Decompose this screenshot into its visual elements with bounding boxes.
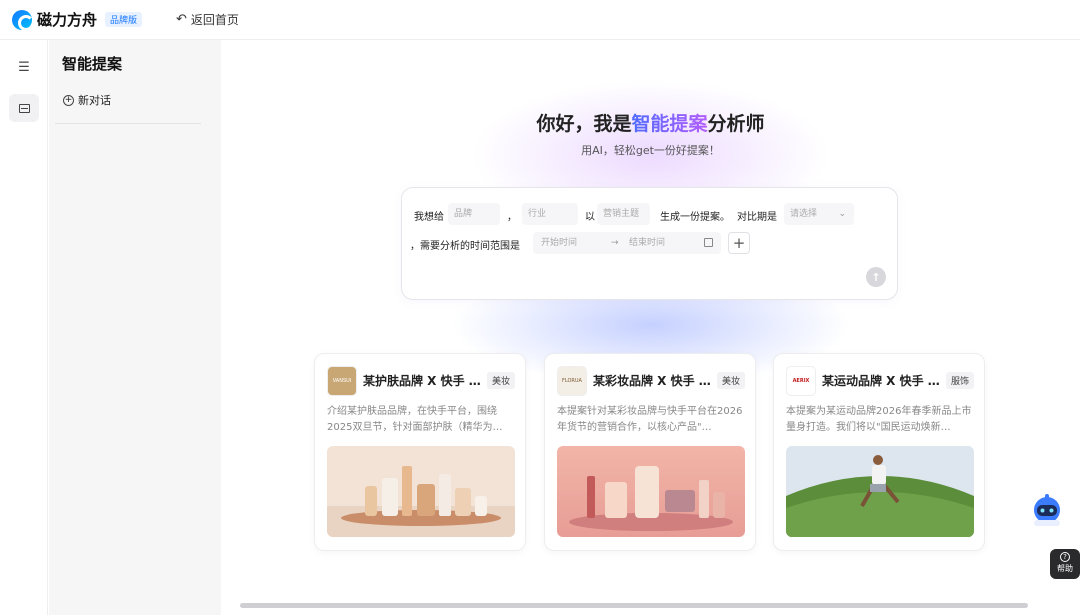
compare-select-value: 请选择 [790, 209, 818, 219]
category-tag: 美妆 [716, 372, 745, 389]
inbox-icon [18, 103, 30, 113]
prompt-text: ， [507, 212, 517, 223]
side-panel: 智能提案 + 新对话 [49, 40, 221, 615]
date-range-picker[interactable]: 开始时间 → 结束时间 [533, 232, 721, 254]
undo-arrow-icon: ↶ [176, 12, 187, 27]
question-icon: ? [1060, 552, 1070, 562]
help-button[interactable]: ? 帮助 [1050, 549, 1080, 579]
logo-icon [12, 9, 34, 31]
main-content: 你好，我是智能提案分析师 用AI，轻松get一份好提案！ 我想给 品牌 ， 行业… [221, 40, 1080, 615]
plus-circle-icon: + [63, 94, 74, 106]
card-title: 某运动品牌 X 快手 … [822, 374, 940, 388]
panel-title: 智能提案 [62, 55, 123, 73]
category-tag: 服饰 [945, 372, 974, 389]
assistant-robot-icon[interactable] [1030, 492, 1064, 528]
hero-title-suffix: 分析师 [707, 113, 765, 135]
edition-badge: 品牌版 [105, 12, 143, 27]
card-image [786, 446, 974, 537]
proposal-card[interactable]: VANSUI 某护肤品牌 X 快手 … 美妆 介绍某护肤品品牌，在快手平台，围绕… [314, 353, 526, 551]
theme-input[interactable]: 营销主题 [597, 203, 650, 225]
hamburger-icon: ☰ [18, 59, 30, 75]
compare-period-select[interactable]: 请选择 ⌄ [784, 203, 854, 225]
icon-rail: ☰ [0, 40, 48, 615]
prompt-box: 我想给 品牌 ， 行业 以 营销主题 生成一份提案。 对比期是 请选择 ⌄ ，需… [401, 187, 898, 300]
prompt-text: 对比期是 [737, 212, 777, 223]
calendar-icon [704, 238, 713, 247]
chevron-down-icon: ⌄ [838, 209, 846, 219]
menu-toggle-button[interactable]: ☰ [9, 53, 39, 81]
card-image [557, 446, 745, 537]
end-date-placeholder: 结束时间 [629, 238, 666, 248]
prompt-text: 我想给 [414, 212, 444, 223]
add-condition-button[interactable]: + [728, 232, 750, 254]
industry-input[interactable]: 行业 [522, 203, 578, 225]
help-label: 帮助 [1057, 564, 1073, 573]
hero-title-accent: 智能提案 [631, 113, 708, 135]
hero-title-prefix: 你好，我是 [536, 113, 632, 135]
prompt-text: ，需要分析的时间范围是 [410, 241, 520, 252]
divider [55, 123, 201, 124]
card-title: 某彩妆品牌 X 快手 … [593, 374, 711, 388]
start-date-placeholder: 开始时间 [541, 238, 578, 248]
logo-text: 磁力方舟 [37, 11, 98, 29]
brand-logo: FLORUA [557, 366, 587, 396]
card-description: 本提案为某运动品牌2026年春季新品上市量身打造。我们将以"国民运动焕新… [786, 406, 972, 433]
back-home-button[interactable]: ↶ 返回首页 [176, 11, 239, 28]
card-image [327, 446, 515, 537]
horizontal-scrollbar[interactable] [240, 603, 1028, 608]
card-description: 本提案针对某彩妆品牌与快手平台在2026年货节的营销合作，以核心产品"… [557, 406, 743, 433]
proposal-nav-button[interactable] [9, 94, 39, 122]
card-description: 介绍某护肤品品牌，在快手平台，围绕2025双旦节，针对面部护肤（精华为… [327, 406, 503, 433]
arrow-right-icon: → [611, 238, 619, 248]
back-home-label: 返回首页 [190, 13, 239, 27]
new-chat-label: 新对话 [78, 94, 111, 107]
category-tag: 美妆 [486, 372, 515, 389]
brand-logo: VANSUI [327, 366, 357, 396]
card-title: 某护肤品牌 X 快手 … [363, 374, 481, 388]
proposal-card[interactable]: AERIX 某运动品牌 X 快手 … 服饰 本提案为某运动品牌2026年春季新品… [773, 353, 985, 551]
prompt-text: 以 [585, 212, 595, 223]
hero-subtitle: 用AI，轻松get一份好提案！ [581, 144, 720, 157]
brand-input[interactable]: 品牌 [448, 203, 500, 225]
hero-title: 你好，我是智能提案分析师 [221, 109, 1080, 136]
new-chat-button[interactable]: + 新对话 [63, 92, 111, 108]
prompt-text: 生成一份提案。 [660, 212, 730, 223]
brand-logo: AERIX [786, 366, 816, 396]
top-bar: 磁力方舟 品牌版 ↶ 返回首页 [0, 0, 1080, 40]
send-button[interactable]: ↑ [866, 267, 886, 287]
proposal-card[interactable]: FLORUA 某彩妆品牌 X 快手 … 美妆 本提案针对某彩妆品牌与快手平台在2… [544, 353, 756, 551]
